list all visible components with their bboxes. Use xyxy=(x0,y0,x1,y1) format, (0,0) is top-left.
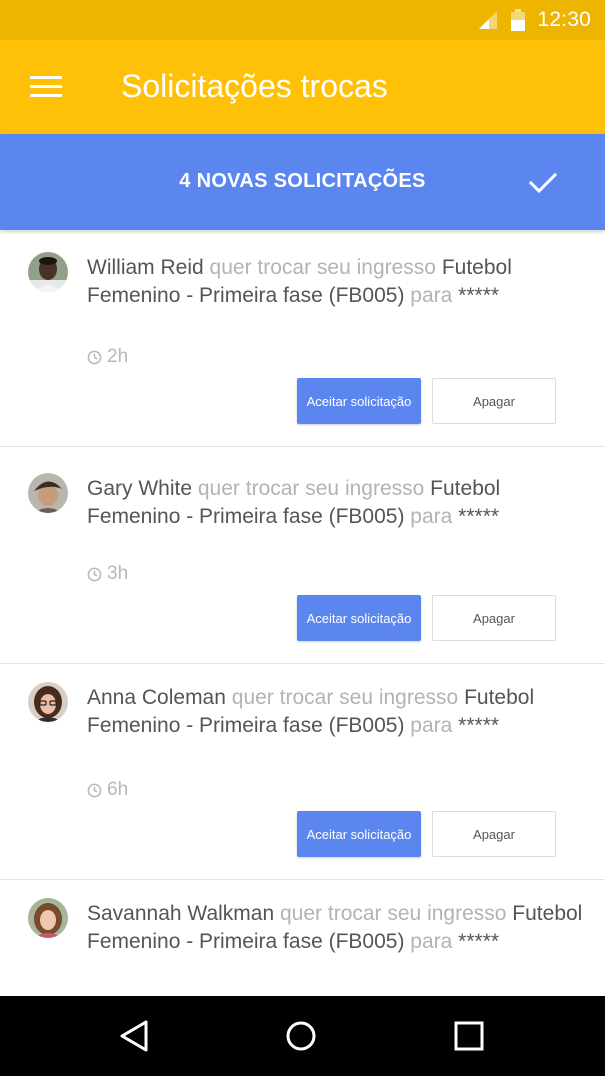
status-icons: 12:30 xyxy=(477,0,591,40)
back-icon[interactable] xyxy=(116,1018,152,1054)
requester-name: Gary White xyxy=(87,477,193,500)
request-action: quer trocar seu ingresso xyxy=(231,686,459,709)
page-title: Solicitações trocas xyxy=(121,68,388,104)
avatar xyxy=(28,473,68,513)
target-ticket: ***** xyxy=(458,284,500,307)
requester-name: Anna Coleman xyxy=(87,686,226,709)
request-connector: para xyxy=(410,284,453,307)
app-bar: Solicitações trocas xyxy=(0,40,605,134)
system-nav-bar xyxy=(0,996,605,1076)
new-requests-count: 4 NOVAS SOLICITAÇÕES xyxy=(179,170,426,192)
request-action: quer trocar seu ingresso xyxy=(280,902,507,925)
request-text: William Reid quer trocar seu ingresso Fu… xyxy=(87,254,587,310)
delete-request-button[interactable]: Apagar xyxy=(432,378,556,424)
home-icon[interactable] xyxy=(283,1018,319,1054)
menu-icon[interactable] xyxy=(30,76,64,98)
status-bar: 12:30 xyxy=(0,0,605,40)
request-time-label: 2h xyxy=(107,346,129,367)
request-connector: para xyxy=(410,714,453,737)
target-ticket: ***** xyxy=(458,930,500,953)
clock-icon xyxy=(87,350,102,364)
recents-icon[interactable] xyxy=(451,1018,487,1054)
target-ticket: ***** xyxy=(458,505,500,528)
request-time-label: 3h xyxy=(107,563,129,584)
status-time: 12:30 xyxy=(537,8,591,31)
request-time: 2h xyxy=(87,346,128,368)
battery-icon xyxy=(511,9,526,31)
accept-request-button[interactable]: Aceitar solicitação xyxy=(297,811,421,857)
requester-name: William Reid xyxy=(87,256,204,279)
check-icon[interactable] xyxy=(528,168,558,198)
request-time: 6h xyxy=(87,779,128,801)
new-requests-banner: 4 NOVAS SOLICITAÇÕES xyxy=(0,134,605,230)
request-text: Gary White quer trocar seu ingresso Fute… xyxy=(87,475,587,531)
delete-request-button[interactable]: Apagar xyxy=(432,811,556,857)
request-text: Anna Coleman quer trocar seu ingresso Fu… xyxy=(87,684,587,740)
request-card: Gary White quer trocar seu ingresso Fute… xyxy=(0,447,605,664)
request-text: Savannah Walkman quer trocar seu ingress… xyxy=(87,900,587,956)
avatar xyxy=(28,252,68,292)
avatar xyxy=(28,682,68,722)
request-card: Savannah Walkman quer trocar seu ingress… xyxy=(0,880,605,996)
requests-list: William Reid quer trocar seu ingresso Fu… xyxy=(0,230,605,996)
request-time-label: 6h xyxy=(107,779,129,800)
request-connector: para xyxy=(410,930,453,953)
request-action: quer trocar seu ingresso xyxy=(197,477,425,500)
request-connector: para xyxy=(410,505,453,528)
accept-request-button[interactable]: Aceitar solicitação xyxy=(297,595,421,641)
signal-icon xyxy=(479,11,498,29)
request-card: Anna Coleman quer trocar seu ingresso Fu… xyxy=(0,664,605,880)
clock-icon xyxy=(87,783,102,797)
request-action: quer trocar seu ingresso xyxy=(209,256,436,279)
accept-request-button[interactable]: Aceitar solicitação xyxy=(297,378,421,424)
request-time: 3h xyxy=(87,563,128,585)
request-card: William Reid quer trocar seu ingresso Fu… xyxy=(0,230,605,447)
delete-request-button[interactable]: Apagar xyxy=(432,595,556,641)
clock-icon xyxy=(87,567,102,581)
avatar xyxy=(28,898,68,938)
requester-name: Savannah Walkman xyxy=(87,902,275,925)
target-ticket: ***** xyxy=(458,714,500,737)
